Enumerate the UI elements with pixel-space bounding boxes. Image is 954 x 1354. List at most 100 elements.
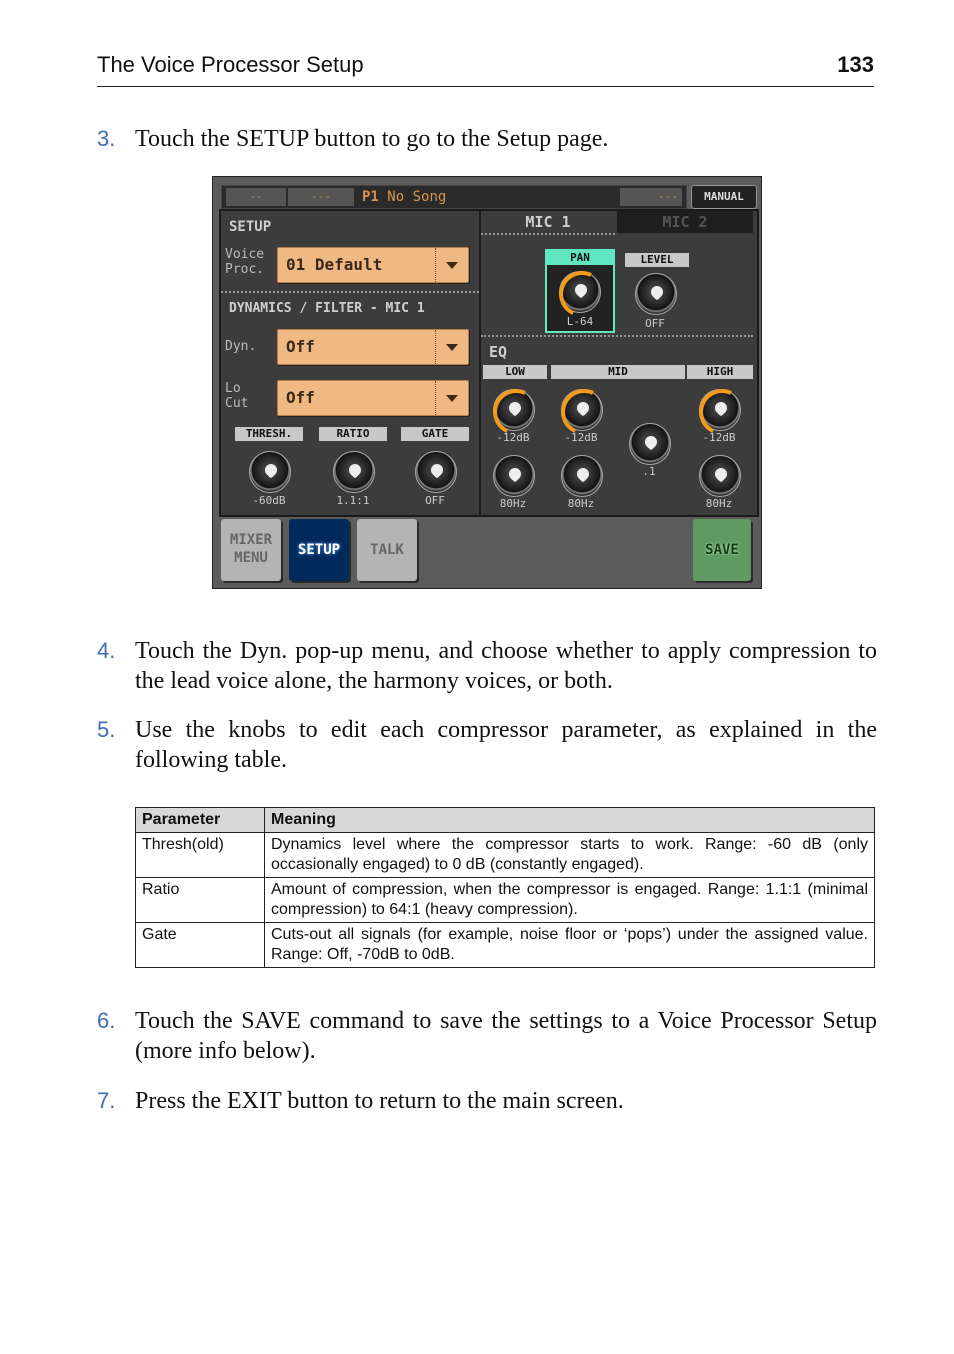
- song-prefix: P1: [362, 189, 379, 205]
- meaning-cell: Cuts-out all signals (for example, noise…: [264, 922, 875, 968]
- voice-proc-value: 01 Default: [286, 255, 383, 274]
- status-bar: -- --- P1 No Song ---: [221, 185, 687, 209]
- table-row: Ratio Amount of compression, when the co…: [135, 877, 875, 923]
- locut-dropdown[interactable]: Off: [277, 380, 469, 416]
- meaning-cell: Dynamics level where the compressor star…: [264, 832, 875, 878]
- tab-mic-2[interactable]: MIC 2: [617, 211, 753, 233]
- high-freq-knob[interactable]: [699, 455, 741, 497]
- step-text: Touch the SAVE command to save the setti…: [135, 1008, 877, 1064]
- setup-button[interactable]: SETUP: [289, 519, 349, 581]
- gate-label: GATE: [401, 427, 469, 441]
- parameter-cell: Thresh(old): [135, 832, 265, 878]
- step-text: Touch the SETUP button to go to the Setu…: [135, 126, 609, 152]
- table-row: Gate Cuts-out all signals (for example, …: [135, 922, 875, 968]
- eq-band-low: LOW: [483, 365, 547, 379]
- low-gain-value: -12dB: [496, 431, 530, 444]
- locut-label: Lo Cut: [225, 381, 249, 411]
- parameter-cell: Ratio: [135, 877, 265, 923]
- step-text: Use the knobs to edit each compressor pa…: [135, 717, 877, 773]
- knob-pointer-icon: [642, 433, 660, 451]
- step-6: 6. Touch the SAVE command to save the se…: [97, 1006, 877, 1066]
- knob-pointer-icon: [506, 399, 524, 417]
- manual-button[interactable]: MANUAL: [691, 185, 757, 209]
- column-header: Parameter: [135, 807, 265, 833]
- voice-proc-dropdown[interactable]: 01 Default: [277, 247, 469, 283]
- page-number: 133: [837, 52, 874, 77]
- voice-proc-label: Voice Proc.: [225, 247, 265, 277]
- step-7: 7. Press the EXIT button to return to th…: [97, 1086, 877, 1116]
- mixer-menu-button[interactable]: MIXER MENU: [221, 519, 281, 581]
- voice-processor-setup-screen: -- --- P1 No Song --- MANUAL SETUP Voice…: [212, 176, 762, 589]
- meaning-cell: Amount of compression, when the compress…: [264, 877, 875, 923]
- mid-freq-value: 80Hz: [567, 497, 595, 510]
- column-header: Meaning: [264, 807, 875, 833]
- mic-panel: MIC 1 MIC 2 PAN L-64 LEVEL OFF EQ LOW MI…: [479, 209, 759, 517]
- step-number: 6.: [97, 1008, 116, 1033]
- page-header: The Voice Processor Setup 133: [97, 52, 874, 87]
- level-value: OFF: [645, 317, 665, 330]
- high-gain-knob[interactable]: [699, 389, 741, 431]
- knob-pointer-icon: [574, 399, 592, 417]
- ratio-value: 1.1:1: [336, 494, 370, 507]
- low-gain-knob[interactable]: [493, 389, 535, 431]
- status-seg-3: ---: [620, 188, 682, 206]
- thresh-knob[interactable]: [249, 451, 291, 493]
- gate-value: OFF: [425, 494, 445, 507]
- knob-pointer-icon: [712, 399, 730, 417]
- eq-title: EQ: [489, 343, 508, 361]
- tab-mic-1[interactable]: MIC 1: [481, 211, 615, 235]
- compressor-parameters-table: Parameter Meaning Thresh(old) Dynamics l…: [135, 807, 875, 968]
- eq-band-mid: MID: [551, 365, 685, 379]
- knob-pointer-icon: [262, 461, 280, 479]
- status-seg-1: --: [226, 188, 286, 206]
- chevron-down-icon: [435, 330, 468, 364]
- eq-band-high: HIGH: [687, 365, 753, 379]
- low-freq-knob[interactable]: [493, 455, 535, 497]
- chevron-down-icon: [435, 381, 468, 415]
- table-header-row: Parameter Meaning: [135, 807, 875, 833]
- talk-button[interactable]: TALK: [357, 519, 417, 581]
- high-gain-value: -12dB: [702, 431, 736, 444]
- dyn-dropdown[interactable]: Off: [277, 329, 469, 365]
- step-4: 4. Touch the Dyn. pop-up menu, and choos…: [97, 636, 877, 696]
- dyn-label: Dyn.: [225, 339, 257, 354]
- song-name: No Song: [387, 189, 447, 205]
- low-freq-value: 80Hz: [499, 497, 527, 510]
- knob-pointer-icon: [572, 281, 590, 299]
- level-label: LEVEL: [625, 253, 689, 267]
- ratio-knob[interactable]: [333, 451, 375, 493]
- setup-title: SETUP: [229, 219, 272, 235]
- step-5: 5. Use the knobs to edit each compressor…: [97, 715, 877, 775]
- parameter-cell: Gate: [135, 922, 265, 968]
- step-number: 3.: [97, 126, 116, 151]
- level-knob[interactable]: [635, 273, 677, 315]
- song-display: P1 No Song: [362, 186, 446, 208]
- setup-panel: SETUP Voice Proc. 01 Default DYNAMICS / …: [219, 209, 483, 517]
- page-header-title: The Voice Processor Setup: [97, 52, 364, 77]
- status-seg-2: ---: [288, 188, 354, 206]
- thresh-value: -60dB: [252, 494, 286, 507]
- pan-control-selected[interactable]: PAN L-64: [545, 249, 615, 333]
- thresh-label: THRESH.: [235, 427, 303, 441]
- mid-freq-knob[interactable]: [561, 455, 603, 497]
- save-button[interactable]: SAVE: [693, 519, 751, 581]
- divider: [221, 291, 479, 293]
- mid-gain-knob[interactable]: [561, 389, 603, 431]
- knob-pointer-icon: [648, 283, 666, 301]
- high-freq-value: 80Hz: [705, 497, 733, 510]
- step-number: 5.: [97, 717, 116, 742]
- dyn-value: Off: [286, 337, 315, 356]
- step-number: 4.: [97, 638, 116, 663]
- ratio-label: RATIO: [319, 427, 387, 441]
- gate-knob[interactable]: [415, 451, 457, 493]
- dynamics-filter-title: DYNAMICS / FILTER - MIC 1: [229, 301, 425, 316]
- step-text: Press the EXIT button to return to the m…: [135, 1088, 624, 1114]
- step-text: Touch the Dyn. pop-up menu, and choose w…: [135, 638, 877, 694]
- step-3: 3. Touch the SETUP button to go to the S…: [97, 124, 877, 154]
- chevron-down-icon: [435, 248, 468, 282]
- pan-knob[interactable]: [559, 271, 601, 313]
- mid-gain-value: -12dB: [564, 431, 598, 444]
- knob-pointer-icon: [712, 465, 730, 483]
- knob-pointer-icon: [506, 465, 524, 483]
- mid-q-knob[interactable]: [629, 423, 671, 465]
